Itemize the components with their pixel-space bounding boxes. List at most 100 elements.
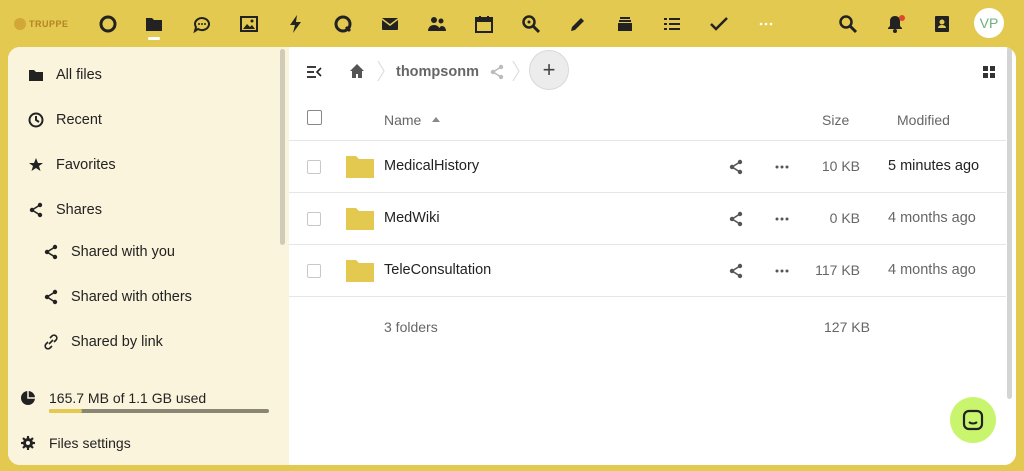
summary-count: 3 folders — [384, 319, 438, 335]
table-row[interactable]: MedicalHistory 10 KB 5 minutes ago — [289, 141, 1006, 193]
file-modified: 4 months ago — [888, 262, 976, 278]
sidebar-item-shared-with-others[interactable]: Shared with others — [8, 277, 278, 317]
share-icon[interactable] — [727, 158, 745, 176]
sidebar-item-label: Shared with you — [71, 244, 175, 260]
list-icon[interactable] — [660, 12, 684, 36]
talk-icon[interactable] — [190, 12, 214, 36]
sidebar-item-favorites[interactable]: Favorites — [8, 145, 278, 185]
logo-text: TRUPPE — [29, 19, 69, 29]
notification-dot — [899, 15, 905, 21]
sidebar: All files Recent Favorites Shares Shared… — [8, 47, 289, 465]
star-icon — [27, 156, 45, 174]
home-icon[interactable] — [348, 62, 366, 80]
more-actions-icon[interactable] — [773, 210, 791, 228]
table-row[interactable]: TeleConsultation 117 KB 4 months ago — [289, 245, 1006, 297]
search-app-icon[interactable] — [331, 12, 355, 36]
new-button[interactable]: + — [529, 50, 569, 90]
photos-icon[interactable] — [237, 12, 261, 36]
column-header-size[interactable]: Size — [822, 112, 849, 128]
logo[interactable]: TRUPPE — [14, 14, 76, 34]
files-settings-button[interactable]: Files settings — [8, 423, 278, 463]
link-icon — [42, 333, 60, 351]
more-actions-icon[interactable] — [773, 262, 791, 280]
chat-icon — [962, 409, 984, 431]
summary-size: 127 KB — [824, 319, 870, 335]
folder-icon — [346, 208, 374, 230]
sidebar-item-all-files[interactable]: All files — [8, 55, 278, 95]
row-checkbox[interactable] — [307, 212, 321, 226]
mail-icon[interactable] — [378, 12, 402, 36]
toggle-navigation-icon[interactable] — [305, 63, 323, 81]
find-icon[interactable] — [519, 12, 543, 36]
table-header: Name Size Modified — [289, 95, 1006, 141]
sort-ascending-icon — [432, 117, 440, 122]
logo-mark — [14, 18, 26, 30]
chat-button[interactable] — [950, 397, 996, 443]
sidebar-item-label: Shared by link — [71, 334, 163, 350]
select-all-checkbox[interactable] — [307, 110, 322, 125]
table-row[interactable]: MedWiki 0 KB 4 months ago — [289, 193, 1006, 245]
dashboard-icon[interactable] — [96, 12, 120, 36]
plus-icon: + — [542, 57, 556, 82]
quota-bar — [49, 409, 269, 413]
contacts-icon[interactable] — [425, 12, 449, 36]
share-icon[interactable] — [488, 63, 506, 81]
sidebar-item-recent[interactable]: Recent — [8, 100, 278, 140]
tasks-icon[interactable] — [707, 12, 731, 36]
sidebar-item-label: Favorites — [56, 157, 116, 173]
pie-chart-icon — [19, 389, 37, 407]
notes-icon[interactable] — [566, 12, 590, 36]
row-checkbox[interactable] — [307, 160, 321, 174]
files-icon[interactable] — [142, 12, 166, 36]
share-icon — [42, 288, 60, 306]
file-modified: 4 months ago — [888, 210, 976, 226]
activity-icon[interactable] — [284, 12, 308, 36]
quota-bar-fill — [49, 409, 82, 413]
more-apps-icon[interactable] — [754, 12, 778, 36]
share-icon — [42, 243, 60, 261]
search-icon[interactable] — [836, 12, 860, 36]
column-header-modified[interactable]: Modified — [897, 112, 950, 128]
grid-view-icon[interactable] — [980, 63, 998, 81]
clock-icon — [27, 111, 45, 129]
file-size: 10 KB — [821, 158, 860, 174]
active-app-indicator — [148, 37, 160, 40]
sidebar-item-label: Files settings — [49, 435, 131, 451]
file-name[interactable]: TeleConsultation — [384, 262, 491, 278]
main-panel: All files Recent Favorites Shares Shared… — [8, 47, 1016, 465]
folder-icon — [27, 66, 45, 84]
sidebar-item-label: Recent — [56, 112, 102, 128]
file-name[interactable]: MedWiki — [384, 210, 440, 226]
avatar[interactable]: VP — [974, 8, 1004, 38]
row-checkbox[interactable] — [307, 264, 321, 278]
content-scrollbar[interactable] — [1007, 47, 1012, 399]
file-size: 0 KB — [829, 210, 860, 226]
calendar-icon[interactable] — [472, 12, 496, 36]
sidebar-scrollbar[interactable] — [280, 49, 285, 245]
breadcrumb: thompsonm + — [289, 47, 1016, 97]
quota-label: 165.7 MB of 1.1 GB used — [49, 390, 207, 406]
contacts-menu-icon[interactable] — [930, 12, 954, 36]
top-bar: TRUPPE VP — [0, 0, 1024, 48]
breadcrumb-separator-icon — [377, 60, 385, 82]
file-modified: 5 minutes ago — [888, 158, 980, 174]
gear-icon — [19, 434, 37, 452]
sidebar-item-shared-by-link[interactable]: Shared by link — [8, 322, 278, 362]
sidebar-item-label: Shares — [56, 202, 102, 218]
column-header-name[interactable]: Name — [384, 112, 421, 128]
share-icon[interactable] — [727, 262, 745, 280]
file-size: 117 KB — [815, 262, 860, 278]
file-name[interactable]: MedicalHistory — [384, 158, 479, 174]
sidebar-item-label: All files — [56, 67, 102, 83]
breadcrumb-user[interactable]: thompsonm — [396, 64, 479, 80]
share-icon — [27, 201, 45, 219]
more-actions-icon[interactable] — [773, 158, 791, 176]
sidebar-item-shared-with-you[interactable]: Shared with you — [8, 232, 278, 272]
file-list-area: thompsonm + Name Size Modified MedicalHi… — [289, 47, 1016, 465]
share-icon[interactable] — [727, 210, 745, 228]
sidebar-item-shares[interactable]: Shares — [8, 190, 278, 230]
sidebar-item-label: Shared with others — [71, 289, 192, 305]
deck-icon[interactable] — [613, 12, 637, 36]
folder-icon — [346, 156, 374, 178]
folder-icon — [346, 260, 374, 282]
